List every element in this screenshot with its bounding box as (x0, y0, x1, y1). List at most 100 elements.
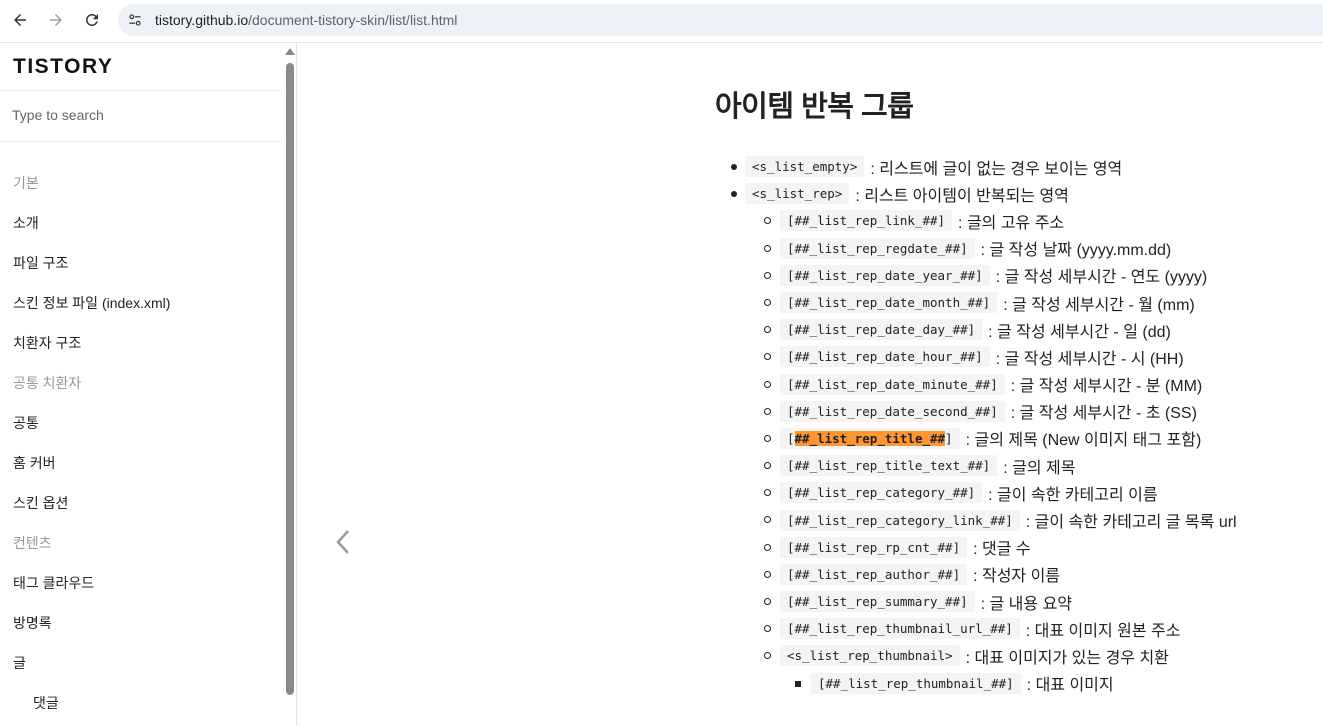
sidebar-item[interactable]: 치환자 구조 (13, 333, 81, 353)
sidebar-item[interactable]: 홈 커버 (13, 453, 56, 473)
sidebar: TISTORY 기본소개파일 구조스킨 정보 파일 (index.xml) 치환자… (0, 43, 297, 726)
item-description: : 글 작성 날짜 (yyyy.mm.dd) (980, 242, 1172, 260)
sidebar-section-label: 기본 (13, 175, 39, 191)
scroll-up-arrow-icon[interactable] (285, 48, 295, 55)
item-description: : 글 작성 세부시간 - 분 (MM) (1010, 378, 1203, 396)
bullet-icon (764, 326, 771, 334)
bullet-icon (764, 434, 771, 442)
substitution-code: [##_list_rep_rp_cnt_##] (780, 536, 968, 558)
search-area (0, 90, 282, 142)
item-description: : 리스트에 글이 없는 경우 보이는 영역 (870, 160, 1123, 178)
list-item: [##_list_rep_date_year_##] : 글 작성 세부시간 - … (731, 262, 1323, 289)
code-suffix: ] (945, 430, 953, 446)
reload-button[interactable] (80, 8, 104, 32)
bullet-icon (764, 598, 771, 605)
bullet-icon (731, 191, 737, 198)
item-description: : 댓글 수 (973, 541, 1031, 559)
sidebar-item[interactable]: 글 (13, 653, 26, 673)
list-item: <s_list_rep>: 리스트 아이템이 반복되는 영역 (731, 180, 1323, 207)
bullet-icon (764, 543, 771, 551)
reload-icon (86, 14, 98, 26)
sidebar-item[interactable]: 태그 클라우드 (13, 573, 94, 593)
item-description: : 대표 이미지가 있는 경우 치환 (965, 649, 1169, 667)
item-description: : 글 작성 세부시간 - 연도 (yyyy) (995, 269, 1208, 287)
substitution-code: [##_list_rep_date_hour_##] (780, 346, 990, 368)
substitution-code: <s_list_rep_thumbnail> (780, 645, 960, 667)
list-item: <s_list_empty>: 리스트에 글이 없는 경우 보이는 영역 (731, 153, 1323, 180)
item-description: : 글 작성 세부시간 - 일 (dd) (988, 323, 1171, 341)
sidebar-item[interactable]: 파일 구조 (13, 253, 68, 273)
code-prefix: [ (787, 430, 795, 446)
substitution-code: [##_list_rep_date_day_##] (780, 319, 983, 341)
site-info-icon[interactable] (126, 11, 144, 29)
page-title: 아이템 반복 그룹 (715, 91, 914, 123)
browser-toolbar: tistory.github.io/document-tistory-skin/… (0, 0, 1323, 40)
list-item: [##_list_rep_author_##]: 작성자 이름 (731, 561, 1323, 588)
item-description: : 대표 이미지 (1026, 677, 1114, 695)
bullet-icon (764, 407, 771, 415)
bullet-icon (764, 217, 771, 225)
sidebar-item[interactable]: 방명록 (13, 613, 52, 633)
substitution-code: [##_list_rep_title_##] (780, 427, 960, 449)
bullet-icon (764, 271, 771, 279)
item-description: : 글 내용 요약 (980, 595, 1073, 613)
list-item: [##_list_rep_category_##]: 글이 속한 카테고리 이름 (731, 479, 1323, 506)
substitution-code: [##_list_rep_thumbnail_url_##] (780, 618, 1020, 640)
article: 아이템 반복 그룹 (715, 83, 1315, 123)
arrow-right-icon (50, 14, 62, 26)
list-item: [##_list_rep_thumbnail_##] : 대표 이미지 (731, 670, 1323, 697)
bullet-icon (764, 625, 771, 633)
item-description: : 글의 제목 (New 이미지 태그 포함) (965, 432, 1202, 450)
sidebar-item[interactable]: 스킨 옵션 (13, 493, 68, 513)
item-description: : 글 작성 세부시간 - 초 (SS) (1010, 405, 1197, 423)
sidebar-item[interactable]: 스킨 정보 파일 (index.xml) (13, 293, 170, 313)
list-item: [##_list_rep_title_text_##] : 글의 제목 (731, 452, 1323, 479)
substitution-code: [##_list_rep_title_text_##] (780, 455, 998, 477)
sidebar-item[interactable]: 소개 (13, 213, 39, 233)
sidebar-section-label: 컨텐츠 (13, 535, 52, 551)
search-input[interactable] (12, 107, 262, 123)
item-description: : 글의 제목 (1003, 459, 1076, 477)
main-content: 아이템 반복 그룹 <s_list_empty>: 리스트에 글이 없는 경우 … (298, 43, 1323, 726)
substitution-code: [##_list_rep_date_year_##] (780, 264, 990, 286)
url-text[interactable]: tistory.github.io/document-tistory-skin/… (155, 12, 457, 28)
scrollbar-thumb[interactable] (286, 63, 294, 695)
bullet-icon (764, 353, 771, 361)
list-item: [##_list_rep_link_##]: 글의 고유 주소 (731, 207, 1323, 234)
substitution-code: [##_list_rep_category_link_##] (780, 509, 1020, 531)
list-item: <s_list_rep_thumbnail> : 대표 이미지가 있는 경우 치환 (731, 642, 1323, 669)
list-item: [##_list_rep_date_second_##]: 글 작성 세부시간 … (731, 398, 1323, 425)
substitution-code: [##_list_rep_regdate_##] (780, 237, 975, 259)
item-description: : 글 작성 세부시간 - 월 (mm) (1003, 296, 1195, 314)
forward-button[interactable] (44, 8, 68, 32)
item-description: : 대표 이미지 원본 주소 (1025, 622, 1181, 640)
bullet-icon (764, 462, 771, 470)
bullet-icon (764, 516, 771, 524)
list-item: [##_list_rep_thumbnail_url_##] : 대표 이미지 원… (731, 615, 1323, 642)
item-description: : 글 작성 세부시간 - 시 (HH) (995, 350, 1184, 368)
sidebar-item[interactable]: 댓글 (33, 693, 59, 713)
sidebar-section-label: 공통 치환자 (13, 375, 82, 391)
substitution-code: [##_list_rep_thumbnail_##] (811, 672, 1021, 694)
item-description: : 리스트 아이템이 반복되는 영역 (855, 187, 1069, 205)
list-item: [##_list_rep_title_##] : 글의 제목 (New 이미지 태… (731, 425, 1323, 452)
site-logo[interactable]: TISTORY (13, 55, 113, 79)
bullet-icon (795, 680, 801, 687)
bullet-icon (731, 164, 737, 170)
chevron-left-icon (336, 530, 349, 554)
search-highlight: ##_list_rep_title_## (794, 430, 946, 446)
substitution-code: [##_list_rep_date_month_##] (780, 292, 998, 314)
bullet-icon (764, 298, 771, 306)
list-item: [##_list_rep_regdate_##] : 글 작성 날짜 (yyyy.… (731, 235, 1323, 262)
bullet-icon (764, 489, 771, 497)
back-button[interactable] (8, 8, 32, 32)
list-item: [##_list_rep_rp_cnt_##] : 댓글 수 (731, 534, 1323, 561)
substitution-code: [##_list_rep_author_##] (780, 563, 968, 585)
bullet-icon (764, 244, 771, 252)
list-item: [##_list_rep_category_link_##]: 글이 속한 카테… (731, 506, 1323, 533)
item-description: : 글이 속한 카테고리 이름 (988, 486, 1158, 504)
prev-page-button[interactable] (334, 527, 354, 557)
address-bar[interactable]: tistory.github.io/document-tistory-skin/… (118, 4, 1323, 36)
sidebar-item[interactable]: 공통 (13, 413, 39, 433)
list-item: [##_list_rep_summary_##]: 글 내용 요약 (731, 588, 1323, 615)
